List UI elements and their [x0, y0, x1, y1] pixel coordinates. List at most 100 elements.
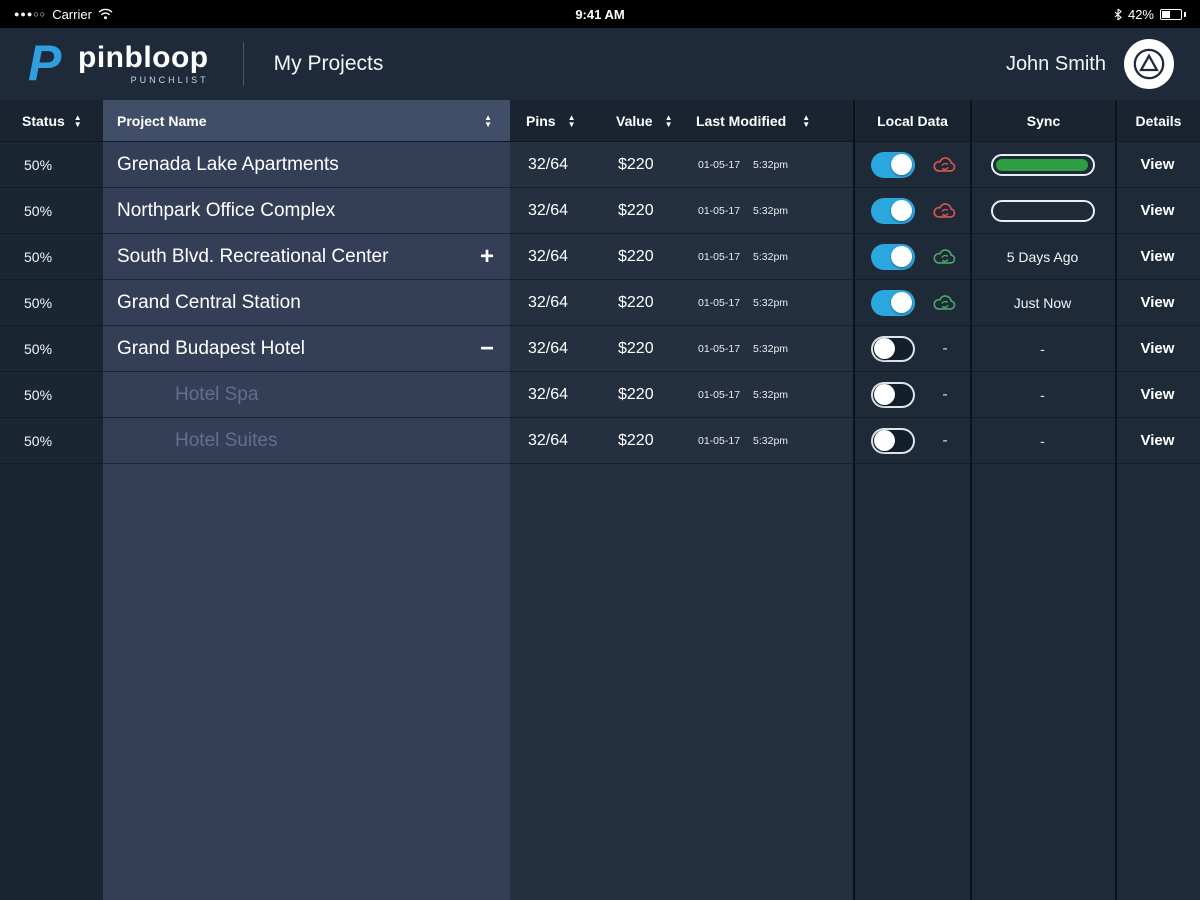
column-header-modified-label: Last Modified [696, 112, 787, 129]
local-data-toggle[interactable] [871, 335, 915, 362]
table-row: 50% South Blvd. Recreational Center + 32… [0, 234, 1200, 280]
value-amount: $220 [618, 385, 654, 403]
status-value: 50% [24, 340, 53, 357]
sort-icon[interactable] [484, 114, 492, 128]
column-header-status[interactable]: Status [0, 100, 103, 141]
sync-cell: Just Now [970, 280, 1115, 325]
sort-icon[interactable] [74, 114, 82, 128]
project-name[interactable]: Grand Central Station [117, 292, 301, 314]
view-link[interactable]: View [1141, 248, 1175, 265]
carrier-label: Carrier [52, 6, 92, 22]
expander-icon[interactable]: + [480, 244, 494, 269]
project-cell[interactable]: Grand Central Station [103, 280, 510, 325]
project-name[interactable]: Grand Budapest Hotel [117, 338, 305, 360]
local-data-toggle[interactable] [871, 381, 915, 408]
local-data-dash: - [942, 339, 948, 357]
column-header-pins[interactable]: Pins [510, 100, 600, 141]
column-header-project[interactable]: Project Name [103, 100, 510, 141]
column-header-local-label: Local Data [877, 112, 948, 129]
pins-cell: 32/64 [510, 188, 600, 233]
cloud-sync-icon[interactable] [930, 247, 960, 267]
project-cell[interactable]: Hotel Spa [103, 372, 510, 417]
details-cell: View [1115, 234, 1200, 279]
last-modified-cell: 01-05-17 5:32pm [680, 234, 853, 279]
modified-date: 01-05-17 [698, 434, 741, 447]
sync-progress [990, 153, 1095, 176]
local-data-toggle[interactable] [871, 197, 915, 224]
project-name[interactable]: Hotel Suites [117, 430, 277, 452]
ios-status-bar: ●●●○○ Carrier 9:41 AM 42% [0, 0, 1200, 28]
modified-date: 01-05-17 [698, 158, 741, 171]
svg-text:P: P [28, 38, 62, 86]
details-cell: View [1115, 372, 1200, 417]
project-cell[interactable]: South Blvd. Recreational Center + [103, 234, 510, 279]
expander-icon[interactable]: − [480, 336, 494, 361]
modified-time: 5:32pm [753, 204, 789, 217]
avatar[interactable] [1124, 39, 1174, 89]
pins-cell: 32/64 [510, 418, 600, 463]
value-amount: $220 [618, 155, 654, 173]
view-link[interactable]: View [1141, 294, 1175, 311]
sort-icon[interactable] [802, 114, 810, 128]
sort-icon[interactable] [568, 114, 576, 128]
sync-text: - [1040, 386, 1045, 403]
view-link[interactable]: View [1141, 156, 1175, 173]
project-name[interactable]: Grenada Lake Apartments [117, 154, 339, 176]
pins-cell: 32/64 [510, 280, 600, 325]
view-link[interactable]: View [1141, 386, 1175, 403]
project-name[interactable]: Northpark Office Complex [117, 200, 335, 222]
view-link[interactable]: View [1141, 432, 1175, 449]
sync-cell: - [970, 418, 1115, 463]
cloud-sync-icon[interactable] [930, 155, 960, 175]
local-data-cell [853, 234, 970, 279]
local-data-dash: - [942, 385, 948, 403]
column-header-sync: Sync [970, 100, 1115, 141]
project-name[interactable]: South Blvd. Recreational Center [117, 246, 388, 268]
cloud-sync-icon[interactable] [930, 293, 960, 313]
column-header-value[interactable]: Value [600, 100, 680, 141]
local-data-toggle[interactable] [871, 427, 915, 454]
status-value: 50% [24, 156, 53, 173]
column-header-details-label: Details [1135, 112, 1182, 129]
project-cell[interactable]: Hotel Suites [103, 418, 510, 463]
sync-progress-fill [995, 158, 1088, 171]
sync-cell [970, 188, 1115, 233]
local-data-toggle[interactable] [871, 151, 915, 178]
modified-time: 5:32pm [753, 296, 789, 309]
last-modified-cell: 01-05-17 5:32pm [680, 188, 853, 233]
user-name: John Smith [1005, 52, 1106, 75]
column-header-status-label: Status [22, 112, 65, 129]
projects-table: Status Project Name Pins Value Last Modi… [0, 100, 1200, 900]
status-value: 50% [24, 432, 53, 449]
local-data-dash-slot: - [930, 432, 960, 450]
local-data-cell [853, 142, 970, 187]
modified-date: 01-05-17 [698, 204, 741, 217]
cloud-sync-icon[interactable] [930, 201, 960, 221]
project-cell[interactable]: Grenada Lake Apartments [103, 142, 510, 187]
last-modified-cell: 01-05-17 5:32pm [680, 142, 853, 187]
local-data-cell [853, 280, 970, 325]
last-modified-cell: 01-05-17 5:32pm [680, 280, 853, 325]
column-header-modified[interactable]: Last Modified [680, 100, 853, 141]
clock: 9:41 AM [575, 6, 625, 22]
project-cell[interactable]: Northpark Office Complex [103, 188, 510, 233]
sort-icon[interactable] [665, 114, 673, 128]
toggle-knob [891, 200, 912, 221]
pins-cell: 32/64 [510, 372, 600, 417]
view-link[interactable]: View [1141, 202, 1175, 219]
project-name[interactable]: Hotel Spa [117, 384, 258, 406]
local-data-toggle[interactable] [871, 289, 915, 316]
modified-date: 01-05-17 [698, 388, 741, 401]
status-cell: 50% [0, 188, 103, 233]
modified-date: 01-05-17 [698, 250, 741, 263]
view-link[interactable]: View [1141, 340, 1175, 357]
status-cell: 50% [0, 326, 103, 371]
status-value: 50% [24, 386, 53, 403]
last-modified-cell: 01-05-17 5:32pm [680, 326, 853, 371]
table-row: 50% Hotel Spa 32/64 $220 01-05-17 5:32pm… [0, 372, 1200, 418]
battery-icon [1160, 8, 1186, 20]
local-data-dash-slot: - [930, 340, 960, 358]
value-amount: $220 [618, 339, 654, 357]
project-cell[interactable]: Grand Budapest Hotel − [103, 326, 510, 371]
local-data-toggle[interactable] [871, 243, 915, 270]
